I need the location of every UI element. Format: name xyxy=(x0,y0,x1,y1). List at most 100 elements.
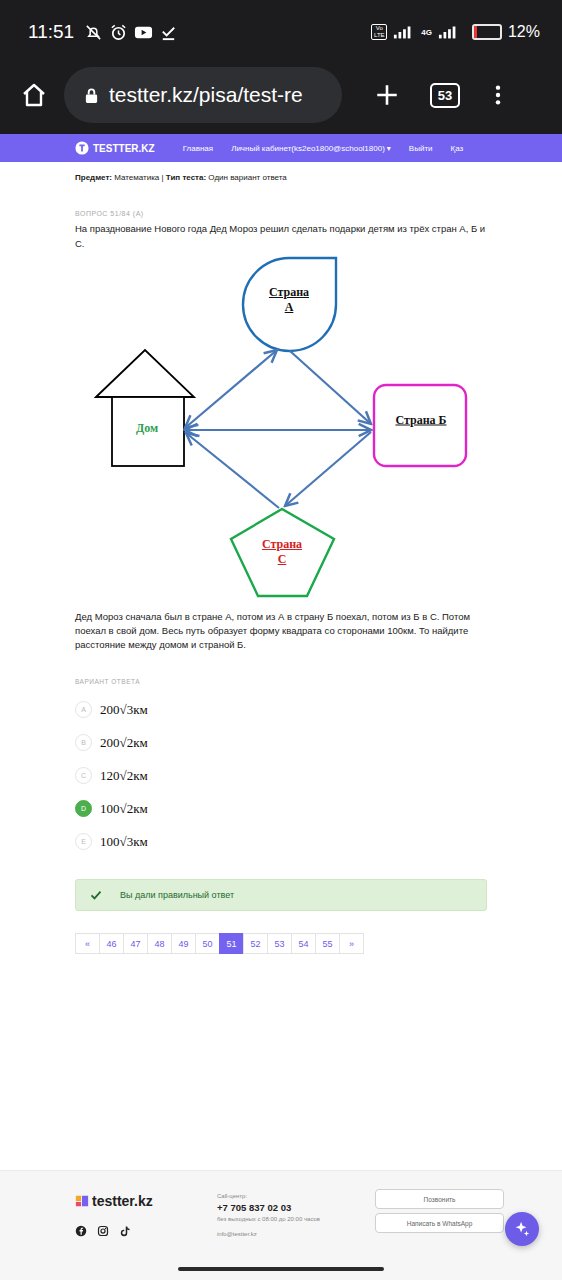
browser-toolbar: testter.kz/pisa/test-re 53 xyxy=(0,64,562,134)
question-body: Дед Мороз сначала был в стране А, потом … xyxy=(75,610,487,652)
logo-text: TESTTER.KZ xyxy=(93,143,155,154)
status-bar: 11:51 Vo LTE 4G 12% xyxy=(0,0,562,64)
content: Предмет: Математика | Тип теста: Один ва… xyxy=(0,162,562,954)
url-bar[interactable]: testter.kz/pisa/test-re xyxy=(64,67,342,123)
footer: testter.kz Call-центр: +7 705 837 02 03 … xyxy=(0,1170,562,1280)
house-node xyxy=(96,350,194,466)
nav-item[interactable]: Личный кабинет(ks2eo1800@school1800)▾ xyxy=(231,144,391,153)
country-node xyxy=(243,258,336,351)
mute-icon xyxy=(84,23,103,42)
node-label: Страна С xyxy=(257,537,307,567)
route-arrow xyxy=(185,429,371,431)
option-text: 200√3км xyxy=(100,702,148,718)
answer-options: A 200√3кмB 200√2кмC 120√2кмD 100√2кмE 10… xyxy=(75,693,487,858)
tab-count[interactable]: 53 xyxy=(430,83,460,108)
node-label: Страна Б xyxy=(378,413,464,428)
assistant-button[interactable] xyxy=(505,1212,539,1246)
route-arrow xyxy=(290,351,371,424)
caret-icon: ▾ xyxy=(387,144,391,153)
page-next[interactable]: » xyxy=(339,933,364,954)
call-label: Call-центр: xyxy=(217,1193,347,1199)
result-alert: Вы дали правильный ответ xyxy=(75,879,487,911)
page: 11:51 Vo LTE 4G 12% testter.kz/pisa/test… xyxy=(0,0,562,1280)
logo-icon xyxy=(75,141,89,155)
option-letter: D xyxy=(75,800,92,817)
new-tab-icon[interactable] xyxy=(374,82,400,108)
gesture-bar xyxy=(178,1267,384,1271)
node-label: Дом xyxy=(117,421,177,436)
page-link[interactable]: 50 xyxy=(195,933,220,954)
logo-icon xyxy=(75,1193,89,1209)
nav-item[interactable]: Қаз xyxy=(451,144,464,153)
menu-icon[interactable] xyxy=(494,84,502,106)
answer-option[interactable]: B 200√2км xyxy=(75,726,487,759)
page-link[interactable]: 48 xyxy=(147,933,172,954)
clock: 11:51 xyxy=(28,21,74,43)
footer-buttons: Позвонить Написать в WhatsApp xyxy=(375,1189,504,1280)
site-logo[interactable]: TESTTER.KZ xyxy=(75,141,155,155)
option-letter: C xyxy=(75,767,92,784)
page-link[interactable]: 49 xyxy=(171,933,196,954)
footer-logo-text: testter.kz xyxy=(92,1193,153,1209)
battery-icon xyxy=(472,24,502,40)
option-text: 100√2км xyxy=(100,801,148,817)
question-text: На празднование Нового года Дед Мороз ре… xyxy=(75,221,487,251)
answer-option[interactable]: D 100√2км xyxy=(75,792,487,825)
option-text: 120√2км xyxy=(100,768,148,784)
node-label: Страна А xyxy=(264,285,314,315)
route-arrow xyxy=(186,433,279,508)
footer-logo[interactable]: testter.kz xyxy=(75,1193,189,1209)
site-nav: TESTTER.KZ Главная Личный кабинет(ks2eo18… xyxy=(0,134,562,162)
option-text: 100√3км xyxy=(100,834,148,850)
battery-label: 12% xyxy=(508,23,540,41)
option-letter: A xyxy=(75,701,92,718)
pagination: « 46474849505152535455 » xyxy=(75,933,487,954)
home-icon[interactable] xyxy=(20,81,48,109)
footer-button[interactable]: Написать в WhatsApp xyxy=(375,1213,504,1233)
answer-option[interactable]: E 100√3км xyxy=(75,825,487,858)
alarm-icon xyxy=(109,23,128,42)
page-link[interactable]: 52 xyxy=(243,933,268,954)
nav-item[interactable]: Выйти xyxy=(409,144,433,153)
test-meta: Предмет: Математика | Тип теста: Один ва… xyxy=(75,172,487,184)
answers-heading: ВАРИАНТ ОТВЕТА xyxy=(75,678,487,685)
page-link[interactable]: 47 xyxy=(123,933,148,954)
download-done-icon xyxy=(159,23,178,42)
youtube-icon xyxy=(134,23,153,42)
option-letter: E xyxy=(75,833,92,850)
page-prev[interactable]: « xyxy=(75,933,100,954)
country-node xyxy=(231,509,334,596)
tiktok-icon[interactable] xyxy=(119,1225,131,1237)
lock-icon xyxy=(84,87,99,104)
country-node xyxy=(374,385,466,466)
route-diagram: Дом Страна А Страна Б Страна С xyxy=(75,254,490,604)
route-arrow xyxy=(285,432,371,506)
facebook-icon[interactable] xyxy=(75,1225,87,1237)
hours: без выходных с 08:00 до 20:00 часов xyxy=(217,1216,347,1222)
page-link[interactable]: 46 xyxy=(99,933,124,954)
page-link[interactable]: 51 xyxy=(219,933,244,954)
sparkle-icon xyxy=(513,1220,531,1238)
phone[interactable]: +7 705 837 02 03 xyxy=(217,1202,347,1213)
result-text: Вы дали правильный ответ xyxy=(120,890,234,900)
url-text: testter.kz/pisa/test-re xyxy=(109,83,303,107)
question-number: ВОПРОС 51/84 (A) xyxy=(75,210,487,217)
social-links xyxy=(75,1225,189,1237)
page-link[interactable]: 54 xyxy=(291,933,316,954)
nav-item[interactable]: Главная xyxy=(183,144,213,153)
option-letter: B xyxy=(75,734,92,751)
answer-option[interactable]: A 200√3км xyxy=(75,693,487,726)
signal-icon xyxy=(393,24,415,40)
check-icon xyxy=(90,889,102,901)
instagram-icon[interactable] xyxy=(97,1225,109,1237)
page-link[interactable]: 55 xyxy=(315,933,340,954)
page-link[interactable]: 53 xyxy=(267,933,292,954)
route-arrow xyxy=(185,350,277,428)
signal-icon xyxy=(438,24,460,40)
email[interactable]: info@testter.kz xyxy=(217,1231,347,1237)
option-text: 200√2км xyxy=(100,735,148,751)
footer-button[interactable]: Позвонить xyxy=(375,1189,504,1209)
answer-option[interactable]: C 120√2км xyxy=(75,759,487,792)
network-label: 4G xyxy=(421,28,432,37)
volte-label: Vo LTE xyxy=(371,24,387,40)
